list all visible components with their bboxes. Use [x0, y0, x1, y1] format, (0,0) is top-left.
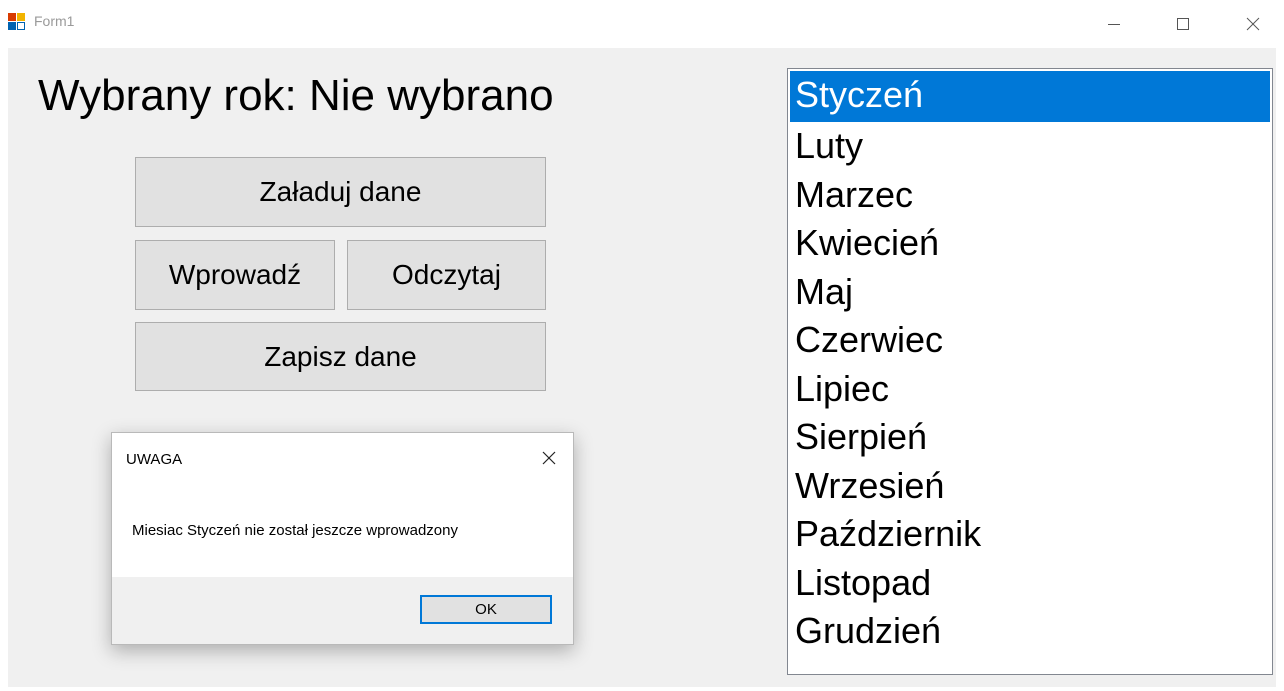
month-item[interactable]: Luty: [790, 122, 1270, 170]
month-item[interactable]: Październik: [790, 510, 1270, 558]
close-icon: [542, 451, 556, 465]
selected-year-label: Wybrany rok: Nie wybrano: [38, 71, 554, 120]
month-item[interactable]: Grudzień: [790, 607, 1270, 655]
dialog-message: Miesiac Styczeń nie został jeszcze wprow…: [132, 522, 458, 539]
month-listbox[interactable]: Styczeń Luty Marzec Kwiecień Maj Czerwie…: [787, 68, 1273, 675]
month-item[interactable]: Listopad: [790, 559, 1270, 607]
dialog-title: UWAGA: [126, 451, 183, 468]
month-item[interactable]: Czerwiec: [790, 316, 1270, 364]
minimize-button[interactable]: [1091, 0, 1137, 48]
month-item[interactable]: Lipiec: [790, 365, 1270, 413]
close-icon: [1246, 17, 1260, 31]
dialog-close-button[interactable]: [532, 443, 566, 473]
minimize-icon: [1108, 24, 1120, 25]
close-button[interactable]: [1230, 0, 1276, 48]
window-title: Form1: [34, 13, 75, 29]
month-item[interactable]: Wrzesień: [790, 462, 1270, 510]
month-item[interactable]: Kwiecień: [790, 219, 1270, 267]
save-data-button[interactable]: Zapisz dane: [135, 322, 546, 391]
ok-button[interactable]: OK: [420, 595, 552, 624]
load-data-button[interactable]: Załaduj dane: [135, 157, 546, 227]
message-box-dialog: UWAGA Miesiac Styczeń nie został jeszcze…: [111, 432, 574, 645]
month-item[interactable]: Marzec: [790, 171, 1270, 219]
month-item[interactable]: Styczeń: [790, 71, 1270, 122]
month-item[interactable]: Maj: [790, 268, 1270, 316]
enter-button[interactable]: Wprowadź: [135, 240, 335, 310]
month-item[interactable]: Sierpień: [790, 413, 1270, 461]
app-icon: [8, 13, 25, 30]
read-button[interactable]: Odczytaj: [347, 240, 546, 310]
maximize-icon: [1177, 18, 1189, 30]
maximize-button[interactable]: [1160, 0, 1206, 48]
dialog-footer: OK: [112, 577, 573, 644]
window-titlebar: Form1: [0, 0, 1284, 48]
